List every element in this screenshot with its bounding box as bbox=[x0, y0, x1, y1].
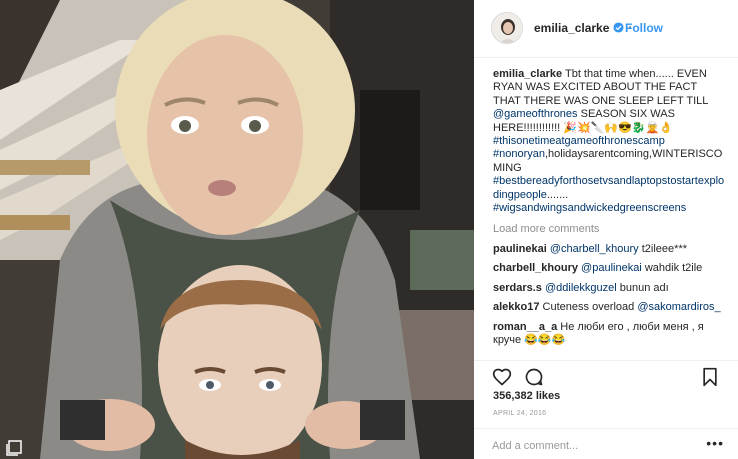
caption-username[interactable]: emilia_clarke bbox=[493, 68, 562, 80]
comment-text: bunun adı bbox=[616, 281, 669, 294]
bookmark-icon[interactable] bbox=[700, 367, 720, 387]
avatar[interactable] bbox=[491, 12, 523, 44]
post-side-panel: emilia_clarke · Follow emilia_clarke Tbt… bbox=[474, 0, 738, 459]
caption-hashtag[interactable]: #thisonetimeatgameofthronescamp bbox=[493, 135, 665, 147]
comment-mention[interactable]: @charbell_khoury bbox=[550, 243, 639, 255]
caption-hashtag[interactable]: #nonoryan bbox=[493, 148, 545, 160]
more-options-button[interactable]: ••• bbox=[706, 435, 724, 451]
heart-outline-icon[interactable] bbox=[492, 367, 512, 387]
caption-hashtag[interactable]: #bestbereadyforthosetvsandlaptopstostart… bbox=[493, 175, 724, 200]
follow-button[interactable]: Follow bbox=[625, 21, 663, 35]
post-photo[interactable] bbox=[0, 0, 474, 459]
comment-mention[interactable]: @sakomardiros_ bbox=[637, 301, 720, 313]
caption: emilia_clarke Tbt that time when...... E… bbox=[493, 68, 725, 215]
caption-mention[interactable]: @gameofthrones bbox=[493, 108, 578, 120]
username-link[interactable]: emilia_clarke bbox=[534, 21, 609, 35]
add-comment-bar: ••• bbox=[474, 428, 738, 459]
comment-username[interactable]: roman__a_a bbox=[493, 321, 557, 333]
avatar-image bbox=[492, 13, 522, 43]
photo-stack-icon bbox=[6, 440, 22, 456]
comment-item: roman__a_a Не люби его , люби меня , я к… bbox=[493, 321, 725, 348]
photo-illustration bbox=[0, 0, 474, 459]
post-header: emilia_clarke · Follow bbox=[474, 0, 738, 58]
comment-username[interactable]: alekko17 bbox=[493, 301, 539, 313]
comment-item: paulinekai @charbell_khoury t2ileee*** bbox=[493, 243, 725, 256]
comment-item: charbell_khoury @paulinekai wahdik t2ile bbox=[493, 262, 725, 275]
comment-bubble-icon[interactable] bbox=[524, 367, 544, 387]
comment-input[interactable] bbox=[492, 438, 702, 454]
comment-username[interactable]: charbell_khoury bbox=[493, 262, 578, 274]
load-more-comments-button[interactable]: Load more comments bbox=[493, 223, 725, 236]
comments-list[interactable]: emilia_clarke Tbt that time when...... E… bbox=[493, 68, 725, 358]
comment-text: wahdik t2ile bbox=[641, 262, 703, 275]
comment-item: alekko17 Cuteness overload @sakomardiros… bbox=[493, 301, 725, 314]
verified-badge-icon bbox=[613, 22, 624, 33]
likes-count[interactable]: 356,382 likes bbox=[493, 390, 560, 402]
caption-hashtag[interactable]: #wigsandwingsandwickedgreenscreens bbox=[493, 202, 686, 214]
comment-text: Cuteness overload bbox=[542, 301, 638, 314]
comment-mention[interactable]: @ddilekkguzel bbox=[545, 282, 617, 294]
action-bar bbox=[474, 360, 738, 390]
caption-text-4: ....... bbox=[546, 188, 569, 201]
comment-item: serdars.s @ddilekkguzel bunun adı bbox=[493, 282, 725, 295]
comment-text: t2ileee*** bbox=[638, 242, 688, 255]
comment-username[interactable]: paulinekai bbox=[493, 243, 547, 255]
post-date[interactable]: APRIL 24, 2016 bbox=[493, 410, 546, 417]
comment-username[interactable]: serdars.s bbox=[493, 282, 542, 294]
comment-mention[interactable]: @paulinekai bbox=[581, 262, 642, 274]
